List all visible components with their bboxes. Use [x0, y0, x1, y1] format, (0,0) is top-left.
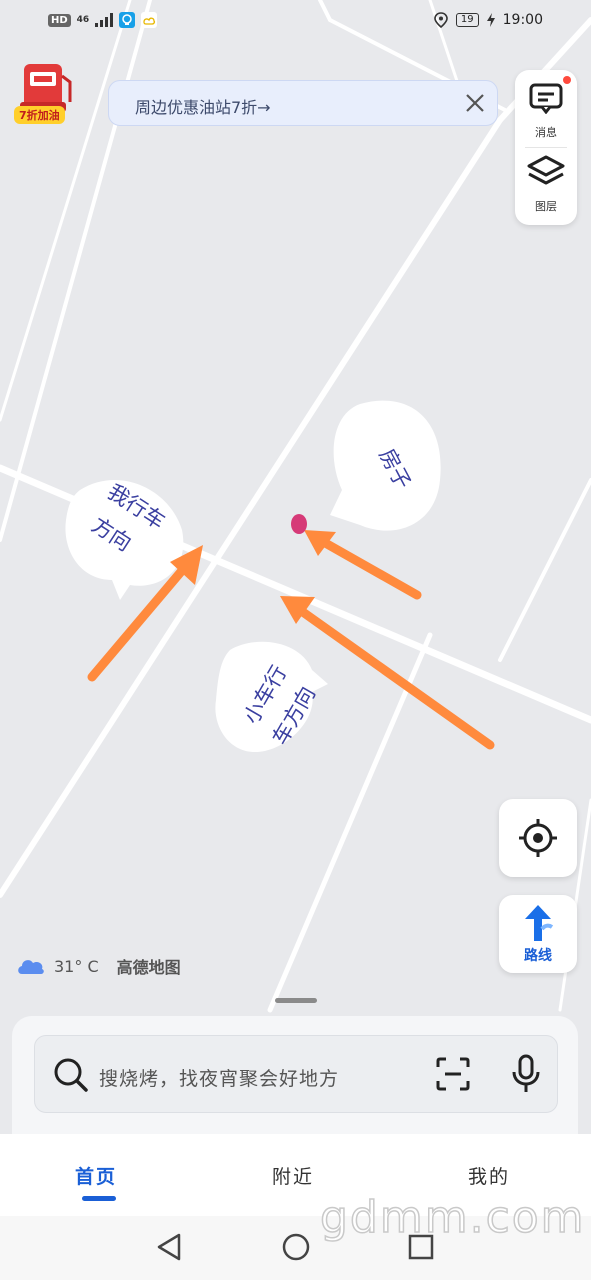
hd-badge: HD [48, 13, 71, 27]
layers-button[interactable]: 图层 [515, 150, 577, 224]
brand-label: 高德地图 [116, 958, 181, 977]
status-right: 19 19:00 [434, 12, 543, 28]
clock: 19:00 [502, 12, 543, 28]
network-type: 46 [76, 15, 90, 25]
temperature: 31° C [54, 956, 99, 976]
fuel-promo-badge[interactable]: 7折加油 [14, 106, 65, 124]
app-bulb-icon [119, 12, 136, 28]
promo-banner[interactable]: 周边优惠油站7折→ [108, 80, 498, 126]
route-arrow-icon [525, 905, 554, 941]
signal-icon [95, 13, 114, 27]
charging-icon [486, 13, 495, 27]
messages-button[interactable]: 消息 [515, 70, 577, 144]
tab-nearby[interactable]: 附近 [272, 1162, 314, 1189]
layers-icon [527, 155, 565, 185]
layers-label: 图层 [535, 200, 557, 213]
search-input[interactable]: 搜烧烤，找夜宵聚会好地方 [99, 1064, 339, 1091]
search-icon [54, 1058, 88, 1092]
tab-home[interactable]: 首页 [75, 1162, 117, 1189]
home-icon[interactable] [281, 1232, 311, 1262]
weather-widget[interactable]: 31° C 高德地图 [16, 954, 181, 978]
messages-label: 消息 [535, 126, 557, 139]
message-icon [529, 83, 563, 114]
notification-dot [563, 76, 571, 84]
battery-indicator: 19 [455, 13, 479, 27]
microphone-icon[interactable] [510, 1054, 542, 1094]
app-cloud-icon [141, 12, 158, 28]
back-icon[interactable] [155, 1232, 183, 1262]
close-icon[interactable] [463, 91, 487, 115]
locate-crosshair-icon [519, 819, 557, 857]
location-pin-icon [434, 12, 448, 28]
status-left: HD 46 [48, 12, 158, 28]
status-bar: HD 46 19 19:00 [0, 0, 591, 44]
sheet-drag-handle[interactable] [275, 998, 317, 1003]
active-tab-indicator [82, 1196, 116, 1201]
route-button[interactable]: 路线 [499, 895, 577, 973]
route-label: 路线 [524, 948, 552, 964]
tab-mine[interactable]: 我的 [468, 1162, 510, 1189]
watermark: gdmm.com [319, 1191, 586, 1244]
cloud-icon [18, 960, 44, 974]
panel-divider [525, 147, 567, 148]
scan-icon[interactable] [435, 1056, 471, 1092]
my-location-button[interactable] [499, 799, 577, 877]
map-tools-panel: 消息 图层 [515, 70, 577, 225]
promo-banner-text[interactable]: 周边优惠油站7折→ [135, 94, 271, 118]
search-bar[interactable]: 搜烧烤，找夜宵聚会好地方 [34, 1035, 558, 1113]
